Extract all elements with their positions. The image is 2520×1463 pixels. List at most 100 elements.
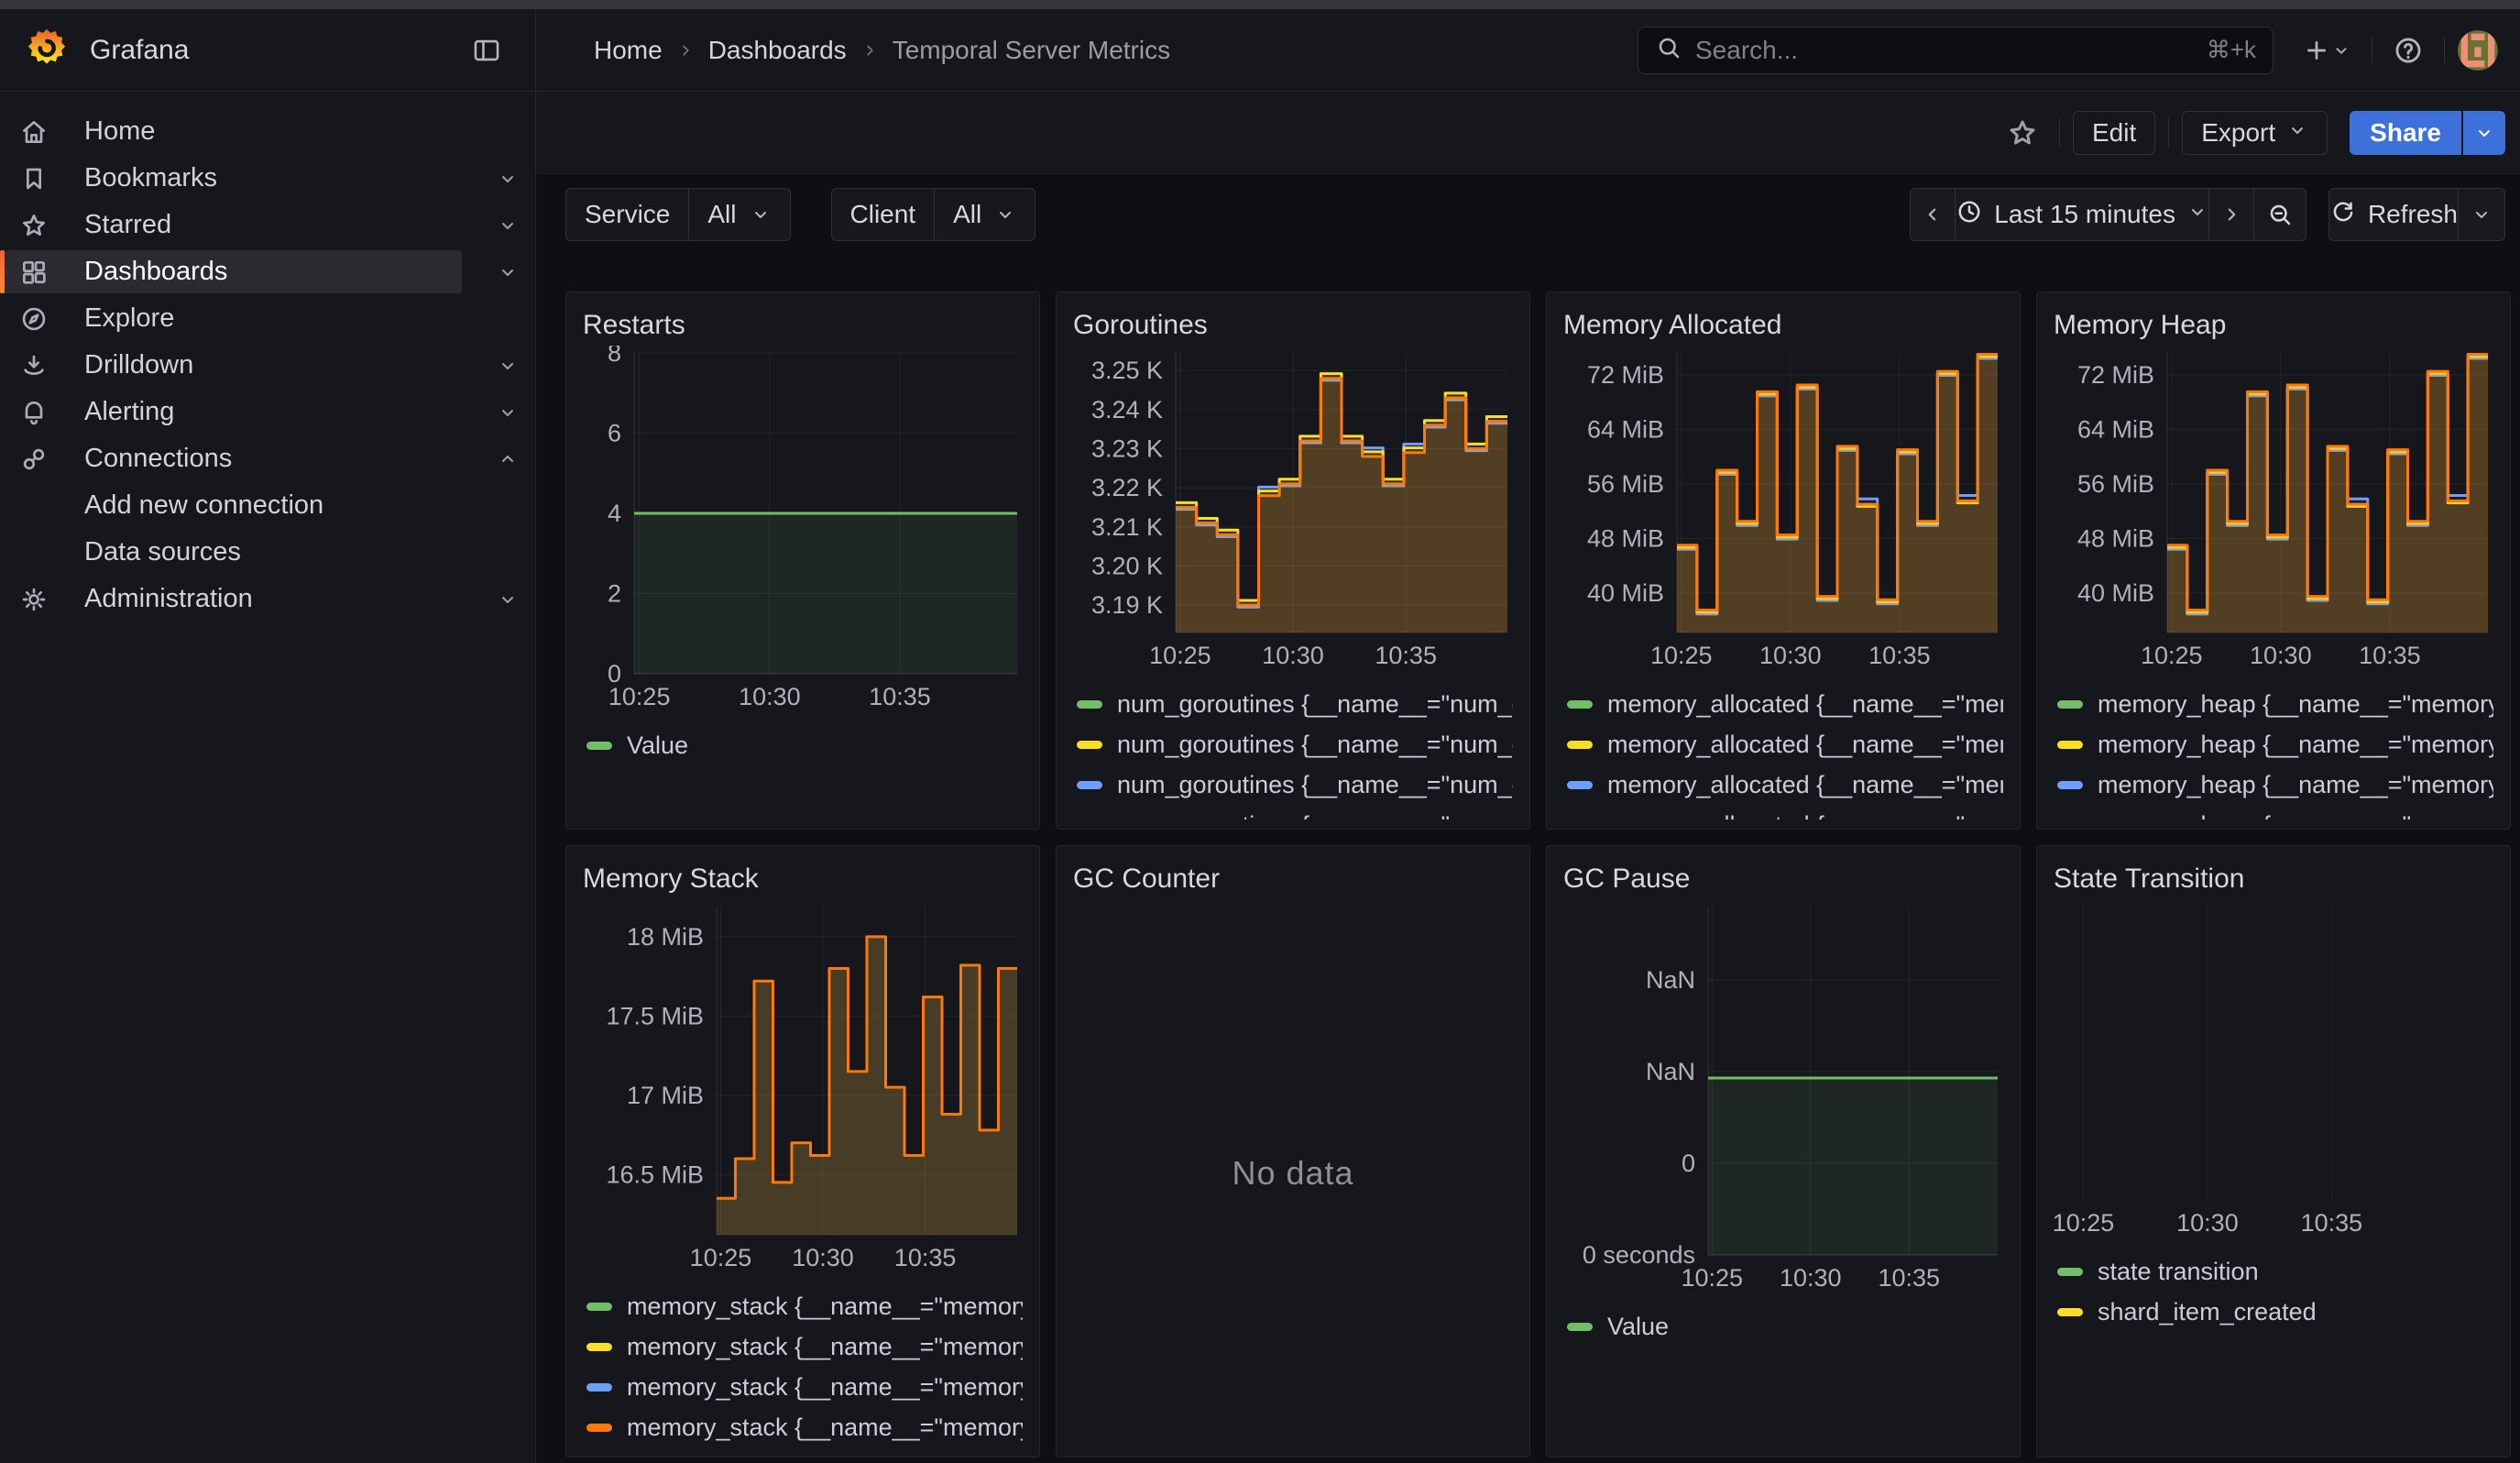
search-input[interactable]: Search... ⌘+k <box>1638 27 2273 74</box>
sidebar-item-link[interactable]: Explore <box>0 295 535 342</box>
zoom-out-button[interactable] <box>2253 188 2306 241</box>
legend-item[interactable]: Value <box>586 725 1023 765</box>
client-filter-selected: All <box>953 200 981 229</box>
search-icon <box>1655 34 1682 66</box>
time-range-controls: Last 15 minutes <box>1910 188 2306 241</box>
panel-title[interactable]: Goroutines <box>1073 305 1513 346</box>
sidebar-item-link[interactable]: Starred <box>0 202 480 248</box>
sidebar-item-link[interactable]: Connections <box>0 435 480 482</box>
avatar[interactable] <box>2458 30 2498 71</box>
legend-item[interactable]: memory_heap {__name__="memory_h <box>2057 724 2493 764</box>
svg-text:40 MiB: 40 MiB <box>1587 579 1664 607</box>
legend-item[interactable]: memory_allocated {__name__="memo <box>1567 724 2003 764</box>
legend-item[interactable]: Value <box>1567 1306 2003 1347</box>
svg-text:48 MiB: 48 MiB <box>1587 524 1664 552</box>
legend-item[interactable]: num_goroutines {__name__="num_go <box>1077 724 1513 764</box>
panel-legend: memory_stack {__name__="memory_smemory_s… <box>583 1286 1023 1447</box>
refresh-button[interactable]: Refresh <box>2328 188 2459 241</box>
breadcrumb-item[interactable]: Home <box>594 36 663 65</box>
sidebar-item-link[interactable]: Alerting <box>0 389 480 435</box>
sidebar-item-home: Home <box>0 108 535 155</box>
client-filter-value[interactable]: All <box>934 189 1035 240</box>
panel-title[interactable]: GC Counter <box>1073 859 1513 899</box>
sidebar-item-link[interactable]: Drilldown <box>0 342 480 389</box>
star-dashboard-button[interactable] <box>1999 109 2046 157</box>
legend-label: num_goroutines {__name__="num_go <box>1117 731 1513 759</box>
svg-text:10:25: 10:25 <box>690 1244 752 1271</box>
legend-item[interactable]: memory_stack {__name__="memory_s <box>586 1407 1023 1447</box>
panel-title[interactable]: Memory Heap <box>2054 305 2493 346</box>
legend-item[interactable]: memory_allocated {__name__="memo <box>1567 684 2003 724</box>
refresh-interval-dropdown[interactable] <box>2458 188 2505 241</box>
svg-text:72 MiB: 72 MiB <box>2077 361 2154 389</box>
breadcrumb-item[interactable]: Dashboards <box>708 36 847 65</box>
legend-item[interactable]: memory_stack {__name__="memory_s <box>586 1286 1023 1326</box>
timeseries-chart[interactable]: 3.25 K3.24 K3.23 K3.22 K3.21 K3.20 K3.19… <box>1073 346 1513 671</box>
legend-item[interactable]: memory_heap {__name__="memory_h <box>2057 684 2493 724</box>
chevron-down-icon[interactable] <box>480 202 535 248</box>
panel-title[interactable]: Restarts <box>583 305 1023 346</box>
legend-item[interactable]: num_goroutines {__name__="num_go <box>1077 805 1513 820</box>
legend-label: memory_heap {__name__="memory_h <box>2098 731 2493 759</box>
panel-title[interactable]: State Transition <box>2054 859 2493 899</box>
legend-item[interactable]: num_goroutines {__name__="num_go <box>1077 764 1513 805</box>
legend-item[interactable]: memory_stack {__name__="memory_s <box>586 1326 1023 1367</box>
timeseries-chart[interactable]: 18 MiB17.5 MiB17 MiB16.5 MiB10:2510:3010… <box>583 899 1023 1273</box>
share-dropdown-button[interactable] <box>2463 111 2505 155</box>
time-shift-forward-button[interactable] <box>2208 188 2254 241</box>
sidebar-toggle-icon[interactable] <box>464 27 509 74</box>
breadcrumb: HomeDashboardsTemporal Server Metrics <box>594 36 1170 65</box>
main-column: HomeDashboardsTemporal Server Metrics Se… <box>536 9 2520 1463</box>
help-icon[interactable] <box>2385 27 2431 74</box>
svg-text:10:25: 10:25 <box>1650 642 1713 669</box>
timeseries-chart[interactable]: 10:2510:3010:35 <box>2054 899 2493 1238</box>
sidebar-item-link[interactable]: Add new connection <box>0 482 535 529</box>
refresh-label: Refresh <box>2368 200 2458 229</box>
svg-text:10:35: 10:35 <box>1375 642 1437 669</box>
legend-item[interactable]: memory_heap {__name__="memory_h <box>2057 764 2493 805</box>
chevron-down-icon[interactable] <box>480 389 535 435</box>
legend-item[interactable]: memory_stack {__name__="memory_s <box>586 1367 1023 1407</box>
legend-marker <box>1077 700 1102 709</box>
chevron-down-icon[interactable] <box>480 342 535 389</box>
sidebar-item-link[interactable]: Administration <box>0 576 480 622</box>
share-button[interactable]: Share <box>2350 111 2461 155</box>
sidebar-item-link[interactable]: Bookmarks <box>0 155 480 202</box>
panel-goroutines: Goroutines3.25 K3.24 K3.23 K3.22 K3.21 K… <box>1056 292 1530 830</box>
legend-item[interactable]: memory_heap {__name__="memory_h <box>2057 805 2493 820</box>
edit-button[interactable]: Edit <box>2073 111 2155 155</box>
legend-label: memory_heap {__name__="memory_h <box>2098 771 2493 799</box>
service-filter-value[interactable]: All <box>688 189 789 240</box>
panel-title[interactable]: Memory Stack <box>583 859 1023 899</box>
legend-item[interactable]: shard_item_created <box>2057 1292 2493 1332</box>
legend-label: memory_stack {__name__="memory_s <box>627 1292 1023 1321</box>
timeseries-chart[interactable]: NaNNaN00 seconds10:2510:3010:35 <box>1563 899 2003 1293</box>
panel-title[interactable]: Memory Allocated <box>1563 305 2003 346</box>
time-range-picker[interactable]: Last 15 minutes <box>1955 188 2209 241</box>
legend-item[interactable]: memory_allocated {__name__="memo <box>1567 805 2003 820</box>
sidebar-item-data-sources: Data sources <box>0 529 535 576</box>
sidebar-item-link[interactable]: Data sources <box>0 529 535 576</box>
timeseries-chart[interactable]: 8642010:2510:3010:35 <box>583 346 1023 712</box>
legend-item[interactable]: state transition <box>2057 1251 2493 1292</box>
export-button[interactable]: Export <box>2182 111 2328 155</box>
svg-text:16.5 MiB: 16.5 MiB <box>606 1160 704 1188</box>
timeseries-chart[interactable]: 72 MiB64 MiB56 MiB48 MiB40 MiB10:2510:30… <box>1563 346 2003 671</box>
legend-item[interactable]: memory_allocated {__name__="memo <box>1567 764 2003 805</box>
panel-gc_counter: GC CounterNo data <box>1056 845 1530 1458</box>
sidebar-item-link[interactable]: Home <box>0 108 535 155</box>
time-shift-back-button[interactable] <box>1910 188 1956 241</box>
timeseries-chart[interactable]: 72 MiB64 MiB56 MiB48 MiB40 MiB10:2510:30… <box>2054 346 2493 671</box>
grafana-logo-icon[interactable] <box>26 27 68 73</box>
chevron-down-icon[interactable] <box>480 155 535 202</box>
svg-text:10:25: 10:25 <box>1682 1264 1744 1292</box>
grafana-app: Grafana HomeBookmarksStarredDashboardsEx… <box>0 9 2520 1463</box>
panel-title[interactable]: GC Pause <box>1563 859 2003 899</box>
chevron-down-icon[interactable] <box>480 248 535 295</box>
svg-text:56 MiB: 56 MiB <box>2077 470 2154 498</box>
chevron-down-icon[interactable] <box>480 576 535 622</box>
svg-text:3.21 K: 3.21 K <box>1091 513 1163 541</box>
chevron-up-icon[interactable] <box>480 435 535 482</box>
legend-item[interactable]: num_goroutines {__name__="num_go <box>1077 684 1513 724</box>
add-button[interactable] <box>2295 27 2359 74</box>
